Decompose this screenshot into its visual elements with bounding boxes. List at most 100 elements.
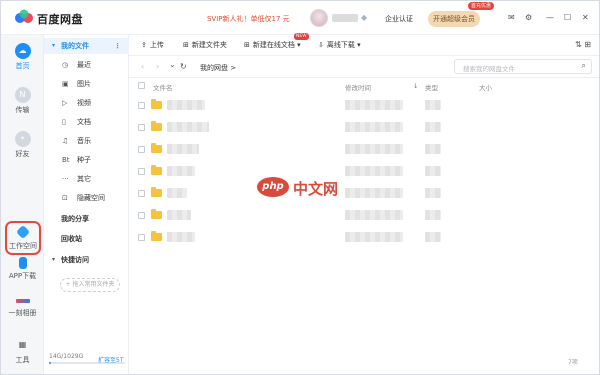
svip-promo-link[interactable]: SVIP新人礼！单低仅17 元 [207,14,290,24]
play-icon: ▷ [62,99,68,107]
file-name-blurred[interactable] [167,188,187,198]
new-folder-button[interactable]: ⊞ 新建文件夹 [183,40,227,50]
left-rail: ☁ 首页 N 传输 • 好友 工作空间 APP下载 一刻相册 ▦ 工具 [1,35,44,374]
sidebar-my-files[interactable]: ▾ 我的文件 ⋮ [44,38,129,54]
folder-icon [151,121,162,131]
rail-label: 首页 [15,62,30,70]
sidebar-item-docs[interactable]: ▯ 文档 [44,114,129,130]
file-type-blurred [425,166,441,176]
diamond-icon[interactable]: ◆ [361,13,367,22]
column-modified[interactable]: 修改时间 [345,82,371,92]
table-row[interactable] [129,138,599,160]
sidebar-item-my-share[interactable]: 我的分享 [44,211,129,227]
mail-icon[interactable]: ✉ [508,13,515,22]
row-checkbox[interactable] [138,212,145,219]
file-name-blurred[interactable] [167,144,199,154]
file-name-blurred[interactable] [167,122,209,132]
username-blurred[interactable] [332,14,358,22]
chevron-down-icon: ▾ [357,41,361,49]
sort-icon[interactable]: ⇅ [575,40,582,49]
row-checkbox[interactable] [138,190,145,197]
sidebar-item-music[interactable]: ♫ 音乐 [44,133,129,149]
sidebar-item-other[interactable]: ··· 其它 [44,171,129,187]
enterprise-cert-link[interactable]: 企业认证 [385,14,413,24]
sidebar-item-label: 其它 [77,175,91,183]
storage-bar-fill [49,362,51,364]
rail-item-workspace[interactable]: 工作空间 [5,221,41,255]
new-online-doc-label: 新建在线文档 [252,41,295,49]
offline-download-button[interactable]: ⇩ 离线下载 ▾ [318,40,361,50]
new-online-doc-button[interactable]: ⊞ 新建在线文档 ▾ [244,40,301,50]
folder-icon [151,209,162,219]
breadcrumb[interactable]: 我的网盘 > [200,63,236,73]
lock-box-icon: ⊡ [62,194,68,202]
rail-item-transfer[interactable]: N 传输 [1,87,44,115]
rail-item-album[interactable]: 一刻相册 [1,291,44,318]
doc-plus-icon: ⊞ [244,41,250,49]
more-icon[interactable]: ⋮ [114,38,121,54]
gear-icon[interactable]: ⚙ [525,13,532,22]
table-row[interactable] [129,204,599,226]
refresh-icon[interactable]: ↻ [180,62,187,71]
select-all-checkbox[interactable] [138,82,145,89]
row-checkbox[interactable] [138,124,145,131]
table-row[interactable] [129,116,599,138]
row-checkbox[interactable] [138,146,145,153]
rail-item-tools[interactable]: ▦ 工具 [1,337,44,365]
sidebar-item-label: 快捷访问 [61,256,89,264]
table-row[interactable] [129,226,599,248]
minimize-icon[interactable]: — [546,13,554,22]
sidebar-item-hidden-space[interactable]: ⊡ 隐藏空间 [44,190,129,206]
row-checkbox[interactable] [138,168,145,175]
chevron-down-icon: ▾ [52,256,56,263]
path-bar: ‹ › ⌄ ↻ 我的网盘 > 搜索我的网盘文件 ⌕ [129,56,599,78]
row-checkbox[interactable] [138,102,145,109]
file-name-blurred[interactable] [167,210,191,220]
user-avatar[interactable] [310,9,328,27]
maximize-icon[interactable]: ☐ [564,13,571,22]
expand-storage-link[interactable]: 扩容至5T [98,355,123,364]
sidebar-item-videos[interactable]: ▷ 视频 [44,95,129,111]
sidebar-item-label: 我的分享 [61,215,89,223]
add-quick-folder-button[interactable]: + 拖入常用文件夹 [60,278,120,292]
chevron-down-icon: ▾ [52,42,56,49]
file-name-blurred[interactable] [167,232,195,242]
column-size[interactable]: 大小 [479,82,492,92]
file-name-blurred[interactable] [167,100,205,110]
phone-icon [18,257,27,269]
rail-item-home[interactable]: ☁ 首页 [1,43,44,71]
table-row[interactable] [129,94,599,116]
search-placeholder: 搜索我的网盘文件 [463,65,515,73]
rail-item-app-download[interactable]: APP下载 [1,257,44,281]
sidebar-quick-access[interactable]: ▾ 快捷访问 [44,252,129,268]
ellipsis-icon: ··· [62,175,69,183]
main-toolbar: ⇪ 上传 ⊞ 新建文件夹 ⊞ 新建在线文档 ▾ NEW ⇩ 离线下载 ▾ ⇅ ⊞ [129,33,599,56]
file-type-blurred [425,188,441,198]
sidebar-item-torrents[interactable]: Bt 种子 [44,152,129,168]
grid-view-icon[interactable]: ⊞ [584,40,591,49]
modified-time-blurred [345,232,403,242]
back-icon[interactable]: ‹ [141,62,144,71]
open-svip-button[interactable]: 开通超级会员 [428,11,480,27]
table-row[interactable] [129,160,599,182]
sidebar-item-images[interactable]: ▣ 图片 [44,76,129,92]
search-input[interactable]: 搜索我的网盘文件 ⌕ [454,59,592,74]
table-row[interactable] [129,182,599,204]
sidebar-item-recycle-bin[interactable]: 回收站 [44,231,129,247]
rail-item-friends[interactable]: • 好友 [1,131,44,159]
close-icon[interactable]: ✕ [582,13,589,22]
forward-icon[interactable]: › [156,62,159,71]
column-name[interactable]: 文件名 [153,82,173,92]
history-dropdown-icon[interactable]: ⌄ [169,60,176,69]
file-name-blurred[interactable] [167,166,195,176]
column-type[interactable]: 类型 [425,82,438,92]
search-icon[interactable]: ⌕ [582,61,586,71]
modified-time-blurred [345,144,403,154]
sort-desc-icon[interactable]: ↓ [413,82,418,90]
upload-button[interactable]: ⇪ 上传 [141,40,164,50]
file-sidebar: ▾ 我的文件 ⋮ ◷ 最近 ▣ 图片 ▷ 视频 ▯ 文档 ♫ 音乐 Bt 种子 [44,35,129,374]
image-icon: ▣ [62,80,69,88]
sidebar-item-recent[interactable]: ◷ 最近 [44,57,129,73]
row-checkbox[interactable] [138,234,145,241]
rail-label: 一刻相册 [8,309,37,317]
